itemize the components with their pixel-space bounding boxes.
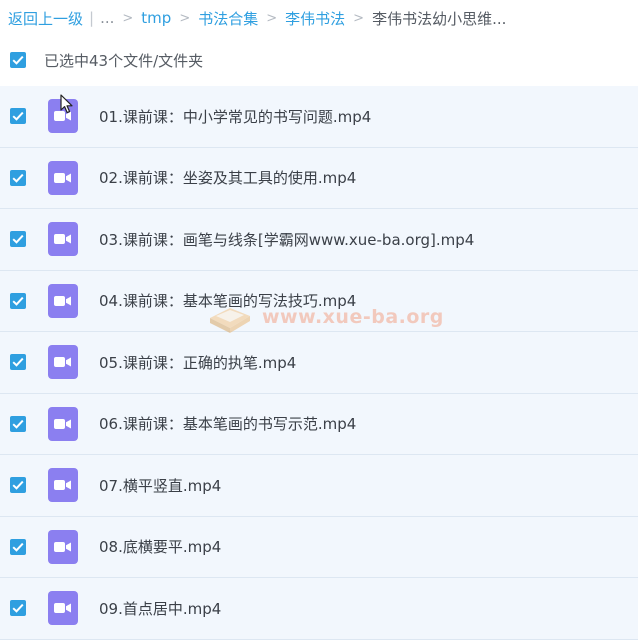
file-row[interactable]: 09.首点居中.mp4 bbox=[0, 578, 638, 640]
breadcrumb-current: 李伟书法幼小思维... bbox=[372, 9, 507, 28]
chevron-right-icon: > bbox=[179, 10, 191, 26]
breadcrumb: 返回上一级 | ... > tmp > 书法合集 > 李伟书法 > 李伟书法幼小… bbox=[0, 0, 638, 36]
file-name[interactable]: 06.课前课：基本笔画的书写示范.mp4 bbox=[99, 413, 356, 434]
file-checkbox[interactable] bbox=[10, 292, 26, 309]
file-name[interactable]: 09.首点居中.mp4 bbox=[99, 598, 221, 619]
video-file-icon bbox=[48, 283, 78, 318]
selection-count-text: 已选中43个文件/文件夹 bbox=[44, 51, 204, 70]
chevron-right-icon: > bbox=[266, 10, 278, 26]
check-icon bbox=[12, 481, 24, 490]
file-row[interactable]: 03.课前课：画笔与线条[学霸网www.xue-ba.org].mp4 bbox=[0, 209, 638, 271]
file-name[interactable]: 02.课前课：坐姿及其工具的使用.mp4 bbox=[99, 167, 356, 188]
select-all-checkbox[interactable] bbox=[10, 52, 26, 68]
file-checkbox[interactable] bbox=[10, 108, 26, 125]
video-file-icon bbox=[48, 468, 78, 503]
file-checkbox[interactable] bbox=[10, 477, 26, 494]
file-name[interactable]: 03.课前课：画笔与线条[学霸网www.xue-ba.org].mp4 bbox=[99, 229, 474, 250]
file-checkbox[interactable] bbox=[10, 538, 26, 555]
file-name[interactable]: 04.课前课：基本笔画的写法技巧.mp4 bbox=[99, 290, 356, 311]
breadcrumb-item-liwei-calligraphy[interactable]: 李伟书法 bbox=[285, 8, 345, 29]
check-icon bbox=[12, 419, 24, 429]
video-file-icon bbox=[48, 222, 78, 257]
file-checkbox[interactable] bbox=[10, 231, 26, 248]
video-file-icon bbox=[48, 345, 78, 380]
check-icon bbox=[12, 604, 24, 613]
breadcrumb-item-calligraphy-collection[interactable]: 书法合集 bbox=[198, 8, 258, 29]
video-file-icon bbox=[48, 529, 78, 564]
file-list: 01.课前课：中小学常见的书写问题.mp4 02.课前课：坐姿及其工具的使用.m… bbox=[0, 86, 638, 640]
file-checkbox[interactable] bbox=[10, 600, 26, 617]
file-row[interactable]: 02.课前课：坐姿及其工具的使用.mp4 bbox=[0, 147, 638, 209]
selection-bar: 已选中43个文件/文件夹 bbox=[0, 42, 638, 78]
file-row[interactable]: 06.课前课：基本笔画的书写示范.mp4 bbox=[0, 393, 638, 455]
chevron-right-icon: > bbox=[122, 10, 134, 26]
file-name[interactable]: 08.底横要平.mp4 bbox=[99, 536, 221, 557]
video-file-icon bbox=[48, 160, 78, 195]
file-checkbox[interactable] bbox=[10, 354, 26, 371]
breadcrumb-divider: | bbox=[89, 9, 95, 27]
video-file-icon bbox=[48, 406, 78, 441]
file-row[interactable]: 01.课前课：中小学常见的书写问题.mp4 bbox=[0, 86, 638, 148]
chevron-right-icon: > bbox=[353, 10, 365, 26]
breadcrumb-ellipsis[interactable]: ... bbox=[100, 9, 114, 27]
breadcrumb-item-tmp[interactable]: tmp bbox=[141, 9, 171, 27]
video-file-icon bbox=[48, 99, 78, 134]
file-name[interactable]: 07.横平竖直.mp4 bbox=[99, 475, 221, 496]
file-row[interactable]: 08.底横要平.mp4 bbox=[0, 516, 638, 578]
file-row[interactable]: 05.课前课：正确的执笔.mp4 bbox=[0, 332, 638, 394]
file-row[interactable]: 04.课前课：基本笔画的写法技巧.mp4 bbox=[0, 270, 638, 332]
check-icon bbox=[12, 296, 24, 306]
file-row[interactable]: 07.横平竖直.mp4 bbox=[0, 455, 638, 517]
check-icon bbox=[12, 55, 24, 65]
check-icon bbox=[12, 542, 24, 552]
file-checkbox[interactable] bbox=[10, 415, 26, 432]
file-name[interactable]: 01.课前课：中小学常见的书写问题.mp4 bbox=[99, 106, 371, 127]
file-name[interactable]: 05.课前课：正确的执笔.mp4 bbox=[99, 352, 296, 373]
check-icon bbox=[12, 358, 24, 367]
video-file-icon bbox=[48, 591, 78, 626]
check-icon bbox=[12, 235, 24, 244]
back-link[interactable]: 返回上一级 bbox=[8, 8, 83, 29]
file-checkbox[interactable] bbox=[10, 169, 26, 186]
check-icon bbox=[12, 112, 24, 121]
check-icon bbox=[12, 173, 24, 183]
